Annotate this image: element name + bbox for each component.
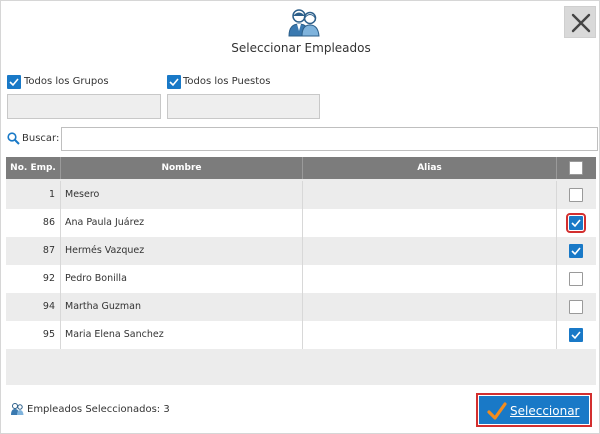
column-header-alias[interactable]: Alias bbox=[303, 157, 557, 179]
table-header: No. Emp. Nombre Alias bbox=[6, 157, 596, 179]
employee-number: 94 bbox=[6, 293, 61, 321]
row-checkbox[interactable] bbox=[569, 188, 583, 202]
row-checkbox[interactable] bbox=[569, 244, 583, 258]
positions-select[interactable] bbox=[167, 94, 320, 119]
employees-icon bbox=[11, 403, 24, 415]
employee-alias bbox=[303, 209, 557, 237]
select-all-checkbox[interactable] bbox=[569, 161, 583, 175]
column-header-number[interactable]: No. Emp. bbox=[6, 157, 61, 179]
employee-name: Mesero bbox=[61, 181, 303, 209]
search-input[interactable] bbox=[61, 127, 598, 151]
selected-count-label: Empleados Seleccionados: 3 bbox=[27, 404, 170, 415]
table-row[interactable]: 94 Martha Guzman bbox=[6, 293, 596, 321]
search-label: Buscar: bbox=[22, 133, 60, 144]
employee-alias bbox=[303, 237, 557, 265]
close-button[interactable] bbox=[564, 6, 596, 38]
groups-select[interactable] bbox=[7, 94, 161, 119]
check-icon bbox=[571, 219, 581, 228]
employee-alias bbox=[303, 181, 557, 209]
select-button-label: Seleccionar bbox=[510, 404, 580, 418]
table-row[interactable]: 1 Mesero bbox=[6, 181, 596, 209]
employee-number: 92 bbox=[6, 265, 61, 293]
check-icon bbox=[9, 78, 19, 87]
dialog-title: Seleccionar Empleados bbox=[231, 41, 371, 55]
row-checkbox[interactable] bbox=[569, 300, 583, 314]
employee-name: Martha Guzman bbox=[61, 293, 303, 321]
employee-name: Pedro Bonilla bbox=[61, 265, 303, 293]
all-positions-label: Todos los Puestos bbox=[183, 76, 271, 87]
employee-number: 86 bbox=[6, 209, 61, 237]
all-positions-checkbox[interactable] bbox=[167, 75, 181, 89]
employee-name: Hermés Vazquez bbox=[61, 237, 303, 265]
selected-label-text: Empleados Seleccionados: bbox=[27, 404, 161, 415]
table-row[interactable]: 95 Maria Elena Sanchez bbox=[6, 321, 596, 349]
table-row[interactable]: 92 Pedro Bonilla bbox=[6, 265, 596, 293]
search-icon bbox=[7, 132, 20, 145]
employees-icon bbox=[288, 9, 320, 37]
selected-count-value: 3 bbox=[163, 404, 170, 415]
close-x-icon bbox=[571, 13, 591, 33]
row-checkbox[interactable] bbox=[569, 328, 583, 342]
all-groups-label: Todos los Grupos bbox=[24, 76, 109, 87]
checkmark-icon bbox=[487, 402, 507, 420]
employee-alias bbox=[303, 321, 557, 349]
dialog-window: Seleccionar Empleados Todos los Grupos T… bbox=[0, 0, 600, 434]
check-icon bbox=[571, 247, 581, 256]
employee-alias bbox=[303, 293, 557, 321]
column-header-name[interactable]: Nombre bbox=[61, 157, 303, 179]
employee-name: Maria Elena Sanchez bbox=[61, 321, 303, 349]
check-icon bbox=[169, 78, 179, 87]
employee-alias bbox=[303, 265, 557, 293]
employee-number: 87 bbox=[6, 237, 61, 265]
check-icon bbox=[571, 331, 581, 340]
table-row[interactable]: 86 Ana Paula Juárez bbox=[6, 209, 596, 237]
employee-name: Ana Paula Juárez bbox=[61, 209, 303, 237]
select-button[interactable]: Seleccionar bbox=[476, 393, 592, 427]
employee-number: 95 bbox=[6, 321, 61, 349]
table-row[interactable]: 87 Hermés Vazquez bbox=[6, 237, 596, 265]
employees-table: No. Emp. Nombre Alias 1 Mesero 86 Ana Pa… bbox=[6, 157, 596, 385]
row-checkbox[interactable] bbox=[569, 272, 583, 286]
all-groups-checkbox[interactable] bbox=[7, 75, 21, 89]
column-header-select bbox=[557, 157, 596, 179]
employee-number: 1 bbox=[6, 181, 61, 209]
row-checkbox[interactable] bbox=[566, 213, 586, 233]
